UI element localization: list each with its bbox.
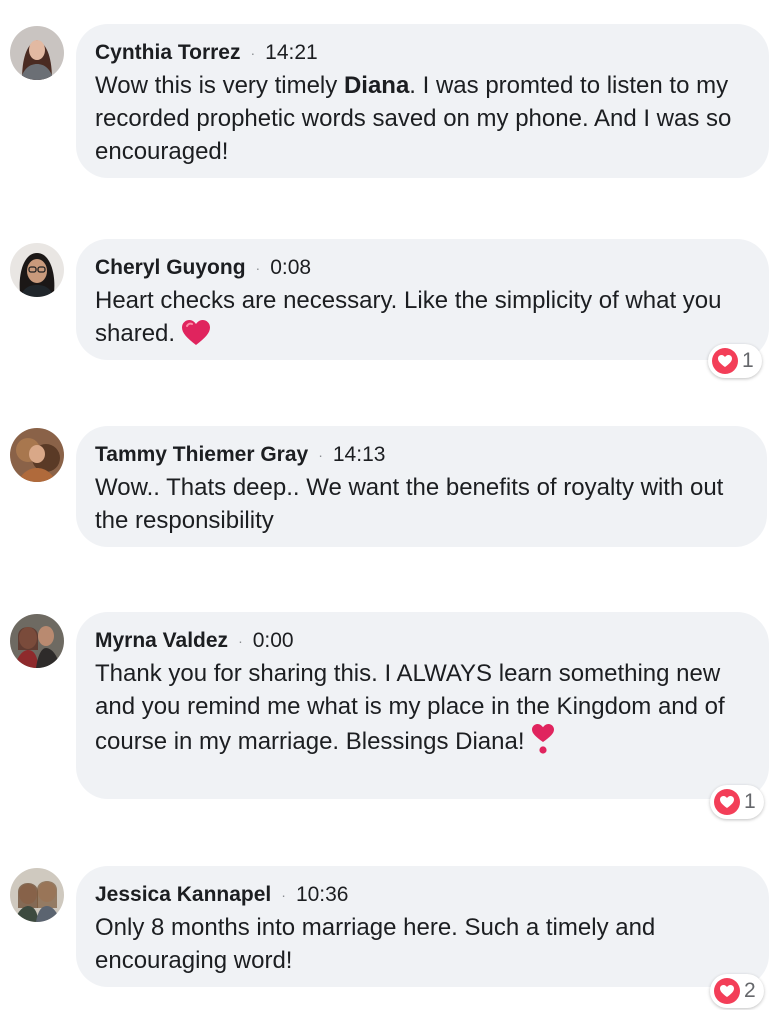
comment-author[interactable]: Jessica Kannapel	[95, 883, 271, 906]
avatar[interactable]	[10, 428, 64, 482]
comment-author[interactable]: Myrna Valdez	[95, 629, 228, 652]
comment-time[interactable]: 14:13	[333, 443, 386, 466]
love-reaction-icon	[712, 348, 738, 374]
meta-separator: ·	[250, 45, 256, 62]
heart-exclamation-icon	[531, 723, 555, 764]
comment-time[interactable]: 0:00	[253, 629, 294, 652]
avatar[interactable]	[10, 614, 64, 668]
meta-separator: ·	[255, 260, 261, 277]
comment-text: Wow this is very timely Diana. I was pro…	[95, 72, 732, 166]
comment-bubble: Myrna Valdez · 0:00 Thank you for sharing …	[76, 612, 769, 799]
meta-separator: ·	[238, 633, 243, 650]
comment-author[interactable]: Cheryl Guyong	[95, 256, 246, 279]
comment-bubble: Cheryl Guyong · 0:08 Heart checks are nece…	[76, 239, 769, 360]
comment-author[interactable]: Tammy Thiemer Gray	[95, 443, 308, 466]
comment-time[interactable]: 0:08	[270, 256, 311, 279]
comment-bubble: Tammy Thiemer Gray · 14:13 Wow.. Thats dee…	[76, 426, 767, 547]
love-reaction-icon	[714, 978, 740, 1004]
comment-text: Only 8 months into marriage here. Such a…	[95, 914, 656, 975]
love-reaction-icon	[714, 789, 740, 815]
meta-separator: ·	[281, 887, 286, 904]
reaction-count: 1	[744, 790, 756, 813]
reaction-count: 2	[744, 979, 756, 1002]
comment-bubble: Cynthia Torrez · 14:21 Wow this is very ti…	[76, 24, 769, 178]
avatar[interactable]	[10, 26, 64, 80]
comment-time[interactable]: 10:36	[296, 883, 349, 906]
reaction-count-badge[interactable]: 2	[710, 974, 764, 1008]
avatar[interactable]	[10, 243, 64, 297]
comment-author[interactable]: Cynthia Torrez	[95, 41, 240, 64]
reaction-count: 1	[742, 349, 754, 372]
comment-text: Heart checks are necessary. Like the sim…	[95, 284, 749, 356]
avatar[interactable]	[10, 868, 64, 922]
meta-separator: ·	[318, 447, 323, 464]
comment-text: Thank you for sharing this. I ALWAYS lea…	[95, 657, 749, 764]
comment-time[interactable]: 14:21	[265, 41, 318, 64]
reaction-count-badge[interactable]: 1	[710, 785, 764, 819]
mention-link[interactable]: Diana	[344, 72, 409, 99]
reaction-count-badge[interactable]: 1	[708, 344, 762, 378]
comment-bubble: Jessica Kannapel · 10:36 Only 8 months int…	[76, 866, 769, 987]
comment-text: Wow.. Thats deep.. We want the benefits …	[95, 474, 724, 535]
red-heart-icon	[181, 319, 211, 356]
